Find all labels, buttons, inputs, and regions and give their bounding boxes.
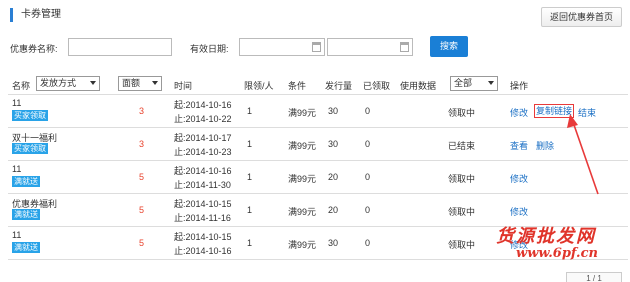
chevron-down-icon [488,81,494,85]
face-value: 3 [139,106,145,116]
condition: 满99元 [288,174,317,184]
col-received: 已领取 [363,81,391,91]
coupon-name-input[interactable] [68,38,172,56]
pagination[interactable]: 1 / 1 [566,272,622,282]
condition: 满99元 [288,108,317,118]
end-date: 止:2014-10-22 [174,114,232,124]
table-header: 名称 发放方式 面额 时间 限领/人 条件 发行量 已领取 使用数据 全部 操作 [8,73,628,95]
face-value: 5 [139,172,145,182]
start-date: 起:2014-10-16 [174,100,232,110]
limit: 1 [247,205,253,215]
status: 领取中 [448,108,476,118]
table-row: 双十一福利 买家领取 3 起:2014-10-17 止:2014-10-23 1… [8,128,628,161]
condition: 满99元 [288,207,317,217]
limit: 1 [247,172,253,182]
status: 领取中 [448,174,476,184]
received: 0 [365,172,371,182]
calendar-icon [312,42,321,52]
edit-link[interactable]: 修改 [510,106,528,119]
col-name: 名称 [12,81,31,91]
filter-bar: 优惠券名称: 有效日期: - 搜索 [0,36,630,60]
face-value-select[interactable]: 面额 [118,76,162,91]
back-to-coupon-home-button[interactable]: 返回优惠券首页 [540,7,622,27]
chevron-down-icon [152,81,158,85]
condition: 满99元 [288,240,317,250]
issue-type-tag: 满就送 [12,209,40,220]
start-date: 起:2014-10-17 [174,133,232,143]
received: 0 [365,106,371,116]
end-link[interactable]: 结束 [578,106,596,119]
issue-type-tag: 买家领取 [12,143,48,154]
condition: 满99元 [288,141,317,151]
limit: 1 [247,139,253,149]
face-value: 3 [139,139,145,149]
issue-type-tag: 买家领取 [12,110,48,121]
status-select[interactable]: 全部 [450,76,498,91]
watermark-text: 货源批发网 [496,226,596,247]
start-date: 起:2014-10-16 [174,166,232,176]
edit-link[interactable]: 修改 [510,172,528,185]
issued: 30 [328,106,339,116]
col-condition: 条件 [288,81,307,91]
issue-type-select[interactable]: 发放方式 [36,76,100,91]
coupon-name: 11 [12,230,22,240]
edit-link[interactable]: 修改 [510,205,528,218]
issue-type-tag: 满就送 [12,242,40,253]
status: 领取中 [448,207,476,217]
col-limit: 限领/人 [244,81,274,91]
start-date-input[interactable] [239,38,325,56]
valid-date-label: 有效日期: [190,44,229,54]
end-date: 止:2014-10-16 [174,246,232,256]
col-action: 操作 [510,81,529,91]
limit: 1 [247,106,253,116]
received: 0 [365,238,371,248]
start-date: 起:2014-10-15 [174,199,232,209]
table-row: 11 满就送 5 起:2014-10-16 止:2014-11-30 1 满99… [8,161,628,194]
end-date: 止:2014-10-23 [174,147,232,157]
page-header: 卡券管理 返回优惠券首页 [0,0,630,30]
issued: 30 [328,238,339,248]
col-used: 使用数据 [400,81,437,91]
table-row: 11 买家领取 3 起:2014-10-16 止:2014-10-22 1 满9… [8,95,628,128]
issue-type-tag: 满就送 [12,176,40,187]
col-time: 时间 [174,81,193,91]
chevron-down-icon [90,81,96,85]
issued: 20 [328,205,339,215]
face-value: 5 [139,238,145,248]
issued: 30 [328,139,339,149]
watermark-url: www.6pf.cn [516,246,598,261]
end-date: 止:2014-11-16 [174,213,231,223]
delete-link[interactable]: 删除 [536,139,554,152]
end-date-input[interactable] [327,38,413,56]
face-value: 5 [139,205,145,215]
coupon-name: 11 [12,98,22,108]
received: 0 [365,139,371,149]
page-title: 卡券管理 [10,8,61,22]
end-date: 止:2014-11-30 [174,180,231,190]
view-link[interactable]: 查看 [510,139,528,152]
calendar-icon [400,42,409,52]
coupon-name-label: 优惠券名称: [10,44,58,54]
limit: 1 [247,238,253,248]
received: 0 [365,205,371,215]
copy-link-button[interactable]: 复制链接 [534,104,575,118]
issued: 20 [328,172,339,182]
search-button[interactable]: 搜索 [430,36,468,57]
status: 领取中 [448,240,476,250]
coupon-name: 11 [12,164,22,174]
start-date: 起:2014-10-15 [174,232,232,242]
status: 已结束 [448,141,476,151]
col-issued: 发行量 [325,81,353,91]
